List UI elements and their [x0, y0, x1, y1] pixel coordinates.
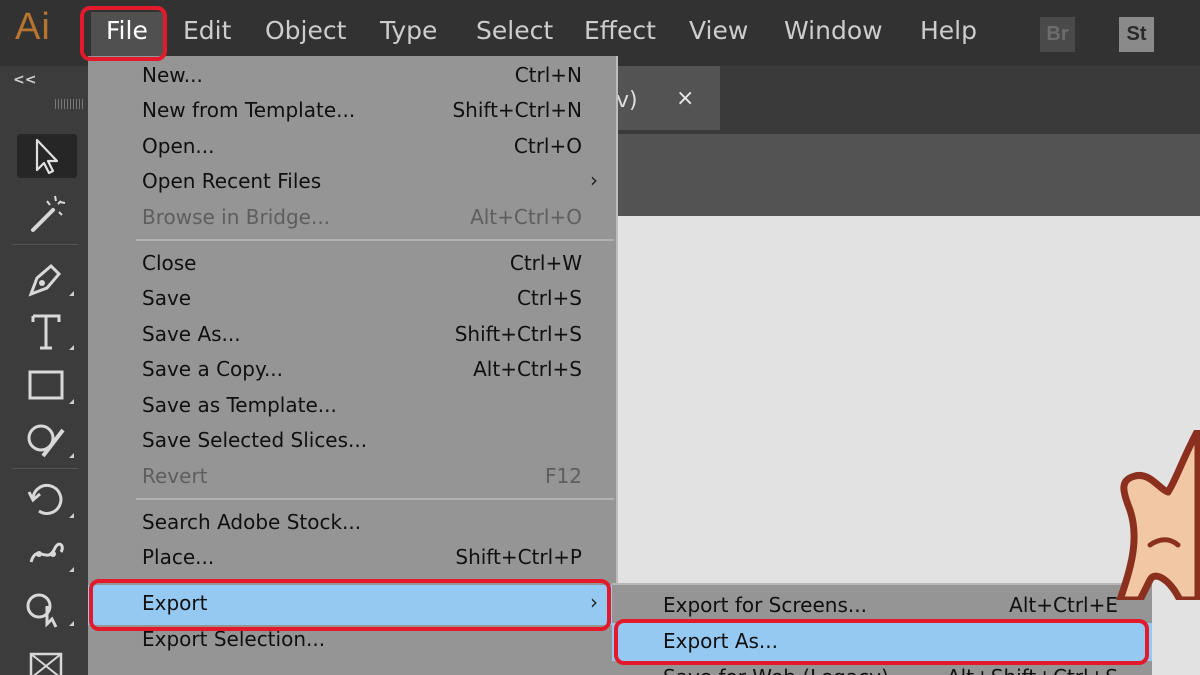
menu-item-label: New...	[142, 63, 203, 87]
puppet-warp-icon	[29, 542, 64, 563]
more-tools-indicator	[69, 399, 74, 404]
type-t-icon	[31, 314, 61, 350]
perspective-grid-icon	[29, 652, 63, 675]
rectangle-tool[interactable]	[17, 362, 77, 406]
menu-item-label: Save for Web (Legacy)...	[663, 665, 908, 675]
magic-wand-icon	[31, 195, 66, 232]
menu-item-close[interactable]: Close Ctrl+W	[88, 247, 616, 283]
more-tools-indicator	[69, 345, 74, 350]
menu-item-save[interactable]: Save Ctrl+S	[88, 282, 616, 318]
more-tools-indicator	[69, 513, 74, 518]
magic-wand-tool[interactable]	[17, 190, 77, 234]
tool-divider	[12, 468, 78, 469]
menu-item-label: Save As...	[142, 322, 241, 346]
menu-item-shortcut: Ctrl+N	[514, 63, 582, 87]
menu-item-open[interactable]: Open... Ctrl+O	[88, 130, 616, 166]
tool-divider	[12, 244, 78, 245]
shaper-tool[interactable]	[17, 416, 77, 460]
more-tools-indicator	[69, 567, 74, 572]
pen-icon	[28, 263, 62, 297]
annotation-ring-file	[80, 6, 167, 61]
pen-tool[interactable]	[17, 254, 77, 298]
menu-item-shortcut: Shift+Ctrl+N	[452, 98, 582, 122]
more-tools-indicator	[69, 291, 74, 296]
menu-item-shortcut: Shift+Ctrl+P	[455, 545, 582, 569]
menu-type[interactable]: Type	[380, 16, 437, 45]
annotation-ring-export	[89, 579, 611, 631]
menu-item-revert: Revert F12	[88, 460, 616, 496]
rotate-icon	[27, 483, 63, 515]
menu-item-search-adobe-stock[interactable]: Search Adobe Stock...	[88, 506, 616, 542]
pointing-hand-icon	[1116, 430, 1200, 600]
rectangle-icon	[28, 370, 64, 400]
menu-item-new[interactable]: New... Ctrl+N	[88, 59, 616, 95]
menu-item-label: Save	[142, 286, 192, 310]
menu-window[interactable]: Window	[784, 16, 883, 45]
menu-item-label: Save Selected Slices...	[142, 428, 368, 452]
menu-separator	[136, 239, 614, 241]
menu-item-shortcut: Alt+Ctrl+O	[470, 205, 582, 229]
menu-item-shortcut: Alt+Shift+Ctrl+S	[947, 665, 1118, 675]
menu-item-save-as[interactable]: Save As... Shift+Ctrl+S	[88, 318, 616, 354]
shape-builder-tool[interactable]	[17, 584, 77, 628]
collapse-panel-button[interactable]: <<	[13, 72, 36, 88]
menu-separator	[136, 498, 614, 500]
menu-item-save-as-template[interactable]: Save as Template...	[88, 389, 616, 425]
selection-tool[interactable]	[17, 134, 77, 178]
stock-button[interactable]: St	[1119, 17, 1154, 52]
menu-item-new-from-template[interactable]: New from Template... Shift+Ctrl+N	[88, 94, 616, 130]
menu-item-label: Place...	[142, 545, 215, 569]
rotate-tool[interactable]	[17, 476, 77, 520]
menu-item-shortcut: Alt+Ctrl+E	[1009, 593, 1118, 617]
submenu-arrow-icon: ›	[590, 168, 598, 192]
menu-help[interactable]: Help	[920, 16, 977, 45]
menu-item-shortcut: Shift+Ctrl+S	[454, 322, 582, 346]
more-tools-indicator	[69, 453, 74, 458]
menu-item-shortcut: F12	[545, 464, 582, 488]
menu-edit[interactable]: Edit	[183, 16, 231, 45]
menu-item-open-recent[interactable]: Open Recent Files ›	[88, 165, 616, 201]
menu-select[interactable]: Select	[476, 16, 553, 45]
menu-item-label: Open...	[142, 134, 215, 158]
menu-view[interactable]: View	[689, 16, 748, 45]
menu-item-label: Save a Copy...	[142, 357, 284, 381]
menu-item-shortcut: Ctrl+S	[516, 286, 582, 310]
close-tab-icon[interactable]: ×	[676, 86, 694, 111]
tools-panel: <<	[0, 66, 88, 675]
menu-item-place[interactable]: Place... Shift+Ctrl+P	[88, 541, 616, 577]
menu-item-label: Save as Template...	[142, 393, 337, 417]
menu-item-label: Revert	[142, 464, 208, 488]
menu-object[interactable]: Object	[265, 16, 346, 45]
selection-arrow-icon	[35, 138, 59, 175]
menu-item-label: Browse in Bridge...	[142, 205, 331, 229]
menu-item-label: Close	[142, 251, 197, 275]
menu-item-label: Export for Screens...	[663, 593, 867, 617]
menu-item-label: Search Adobe Stock...	[142, 510, 362, 534]
menu-item-shortcut: Alt+Ctrl+S	[473, 357, 582, 381]
more-tools-indicator	[69, 621, 74, 626]
menu-item-shortcut: Ctrl+O	[513, 134, 582, 158]
document-tab-title: v)	[616, 88, 638, 113]
shape-builder-icon	[26, 593, 58, 628]
annotation-ring-export-as	[614, 619, 1149, 665]
menu-item-browse-in-bridge: Browse in Bridge... Alt+Ctrl+O	[88, 201, 616, 237]
menu-item-label: New from Template...	[142, 98, 356, 122]
perspective-grid-tool[interactable]	[17, 646, 77, 675]
shaper-icon	[27, 424, 65, 458]
panel-grip[interactable]	[55, 99, 85, 109]
illustrator-logo: Ai	[15, 6, 51, 48]
menu-effect[interactable]: Effect	[584, 16, 656, 45]
menu-item-shortcut: Ctrl+W	[509, 251, 582, 275]
puppet-warp-tool[interactable]	[17, 530, 77, 574]
type-tool[interactable]	[17, 308, 77, 352]
menu-item-save-a-copy[interactable]: Save a Copy... Alt+Ctrl+S	[88, 353, 616, 389]
bridge-button[interactable]: Br	[1040, 17, 1075, 52]
menu-item-label: Open Recent Files	[142, 169, 322, 193]
menu-item-save-selected-slices[interactable]: Save Selected Slices...	[88, 424, 616, 460]
